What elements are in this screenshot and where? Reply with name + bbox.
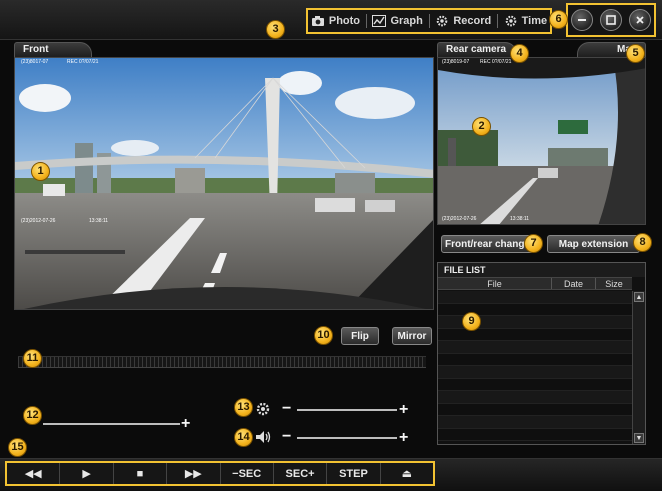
badge-3: 3 — [266, 20, 285, 39]
badge-7: 7 — [524, 234, 543, 253]
front-overlay-top-mid: REC 0?/07/21 — [67, 59, 99, 65]
settings-slider-track[interactable] — [297, 409, 397, 411]
graph-label: Graph — [390, 15, 423, 27]
front-camera-image — [15, 58, 433, 309]
fast-forward-button[interactable]: ▶▶ — [167, 463, 221, 484]
front-rear-change-button[interactable]: Front/rear change — [441, 235, 534, 253]
file-list-scrollbar[interactable]: ▲ ▼ — [632, 291, 645, 444]
playback-controls: ◀◀ ▶ ■ ▶▶ −SEC SEC+ STEP ⏏ — [5, 461, 435, 486]
volume-slider-track[interactable] — [297, 437, 397, 439]
camera-icon — [311, 16, 324, 26]
badge-11: 11 — [23, 349, 42, 368]
rewind-button[interactable]: ◀◀ — [7, 463, 61, 484]
badge-6: 6 — [549, 10, 568, 29]
list-item[interactable] — [438, 328, 632, 341]
list-item[interactable] — [438, 341, 632, 354]
play-button[interactable]: ▶ — [60, 463, 114, 484]
badge-8: 8 — [633, 233, 652, 252]
badge-15: 15 — [8, 438, 27, 457]
rear-camera-view[interactable]: (23)8019-07 REC 0?/07/21 (23)2012-07-26 … — [437, 57, 646, 225]
mirror-button[interactable]: Mirror — [392, 327, 432, 345]
graph-menu-item[interactable]: Graph — [372, 15, 423, 27]
window-controls — [566, 3, 656, 37]
front-overlay-top-left: (23)8017-07 — [21, 59, 49, 65]
column-size[interactable]: Size — [596, 278, 632, 289]
badge-1: 1 — [31, 162, 50, 181]
badge-2: 2 — [472, 117, 491, 136]
badge-5: 5 — [626, 44, 645, 63]
volume-slider-minus[interactable]: − — [282, 429, 291, 445]
left-slider-track[interactable] — [43, 423, 180, 425]
photo-label: Photo — [328, 15, 361, 27]
minimize-button[interactable] — [571, 9, 594, 31]
rear-overlay-top-left: (23)8019-07 — [442, 59, 470, 65]
maximize-icon — [606, 15, 616, 25]
list-item[interactable] — [438, 291, 632, 304]
gear-icon — [505, 15, 516, 27]
list-item[interactable] — [438, 403, 632, 416]
playback-timeline[interactable] — [18, 356, 426, 368]
badge-13: 13 — [234, 398, 253, 417]
stop-button[interactable]: ■ — [114, 463, 168, 484]
settings-slider-plus[interactable]: + — [399, 402, 408, 418]
minimize-icon — [578, 19, 587, 21]
rear-overlay-bottom-right: 13:38:11 — [510, 216, 530, 222]
plus-sec-button[interactable]: SEC+ — [274, 463, 328, 484]
rear-camera-label: Rear camera — [437, 42, 517, 57]
file-list-title: FILE LIST — [438, 263, 645, 277]
front-overlay-bottom-right: 13:38:11 — [89, 218, 109, 224]
rear-overlay-top-mid: REC 0?/07/21 — [480, 59, 512, 65]
step-button[interactable]: STEP — [327, 463, 381, 484]
menu-divider — [365, 14, 367, 28]
list-item[interactable] — [438, 366, 632, 379]
list-item[interactable] — [438, 391, 632, 404]
photo-menu-item[interactable]: Photo — [311, 15, 360, 27]
settings-slider-minus[interactable]: − — [282, 401, 291, 417]
menu-divider — [428, 14, 430, 28]
list-item[interactable] — [438, 353, 632, 366]
badge-4: 4 — [510, 44, 529, 63]
flip-button[interactable]: Flip — [341, 327, 379, 345]
file-list-header: File Date Size — [438, 277, 632, 290]
column-date[interactable]: Date — [552, 278, 596, 289]
minus-sec-button[interactable]: −SEC — [221, 463, 274, 484]
list-item[interactable] — [438, 416, 632, 429]
time-menu-item[interactable]: Time — [504, 15, 547, 27]
gear-icon — [436, 15, 448, 27]
map-extension-button[interactable]: Map extension — [547, 235, 640, 253]
record-menu-item[interactable]: Record — [435, 15, 491, 27]
front-camera-view[interactable]: (23)8017-07 REC 0?/07/21 (23)2012-07-26 … — [14, 57, 434, 310]
top-menu: Photo Graph Record Time — [306, 8, 552, 34]
record-label: Record — [453, 15, 492, 27]
badge-12: 12 — [23, 406, 42, 425]
scroll-up-icon[interactable]: ▲ — [634, 292, 644, 302]
time-label: Time — [521, 15, 548, 27]
list-item[interactable] — [438, 378, 632, 391]
column-file[interactable]: File — [438, 278, 552, 289]
scroll-down-icon[interactable]: ▼ — [634, 433, 644, 443]
badge-14: 14 — [234, 428, 253, 447]
badge-9: 9 — [462, 312, 481, 331]
settings-icon — [256, 402, 270, 416]
graph-icon — [372, 15, 387, 27]
list-item[interactable] — [438, 428, 632, 441]
close-button[interactable] — [628, 9, 651, 31]
maximize-button[interactable] — [599, 9, 622, 31]
left-slider-plus[interactable]: + — [181, 416, 190, 432]
rear-camera-image — [438, 58, 645, 224]
speaker-icon — [256, 431, 271, 443]
close-icon — [636, 16, 644, 24]
eject-button[interactable]: ⏏ — [381, 463, 433, 484]
front-camera-label: Front camera — [14, 42, 92, 66]
rear-overlay-bottom-left: (23)2012-07-26 — [442, 216, 477, 222]
badge-10: 10 — [314, 326, 333, 345]
file-list: FILE LIST File Date Size ▲ ▼ — [437, 262, 646, 445]
front-overlay-bottom-left: (23)2012-07-26 — [21, 218, 56, 224]
volume-slider-plus[interactable]: + — [399, 430, 408, 446]
menu-divider — [496, 14, 498, 28]
